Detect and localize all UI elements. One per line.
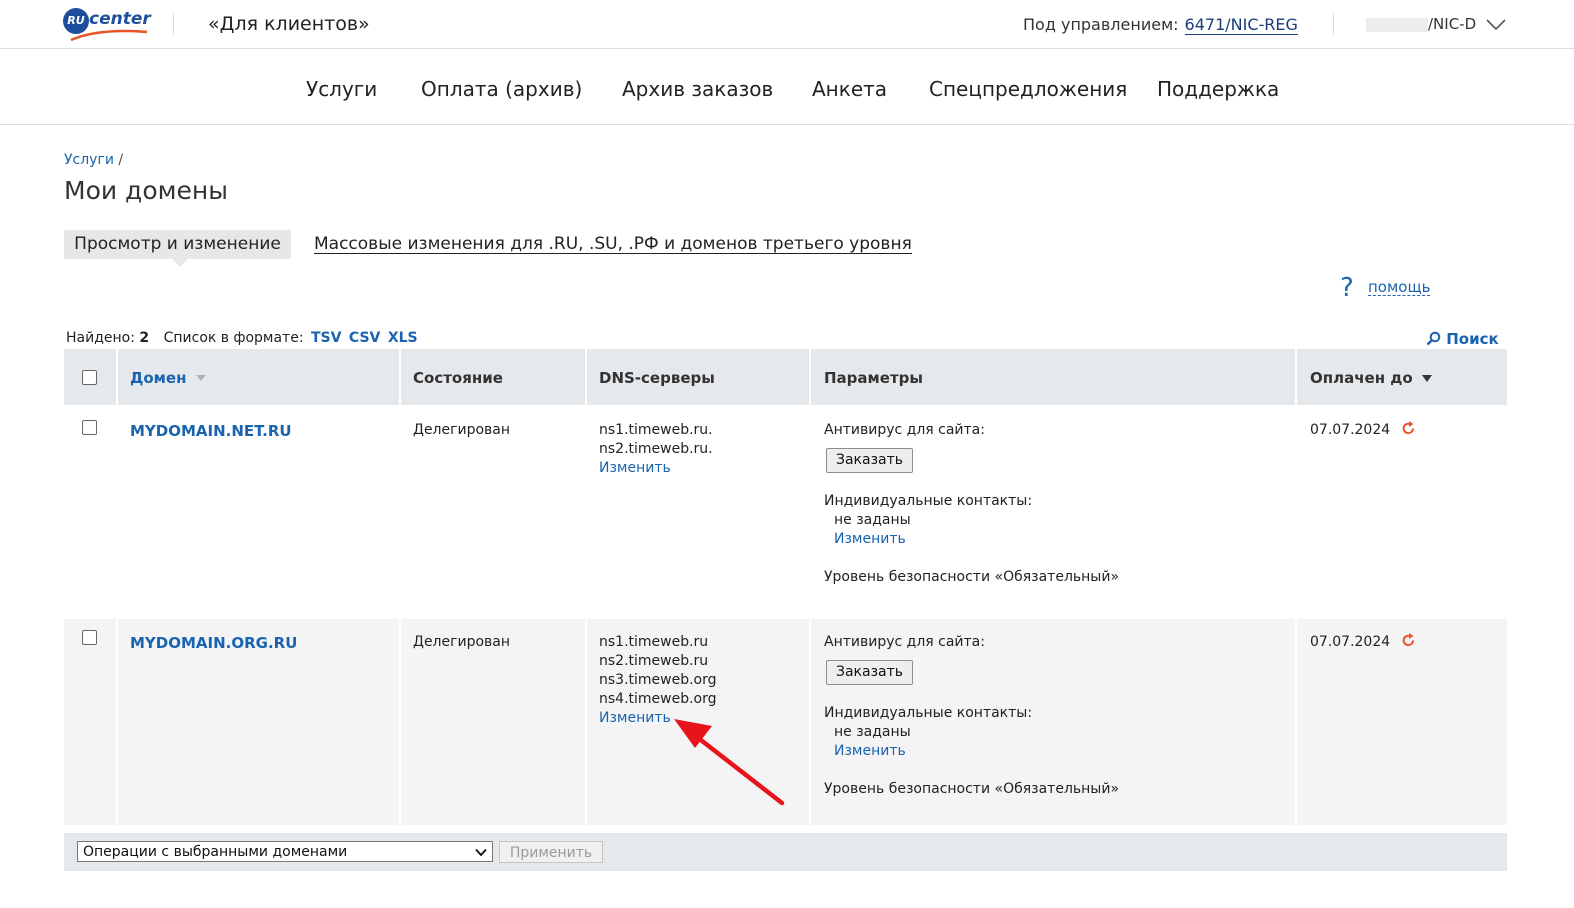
nav-item-special-offers[interactable]: Спецпредложения <box>929 77 1127 101</box>
tab-view-and-edit[interactable]: Просмотр и изменение <box>64 230 291 259</box>
table-row: MYDOMAIN.NET.RU Делегирован ns1.timeweb.… <box>64 407 1507 617</box>
antivirus-label: Антивирус для сайта: <box>824 422 985 438</box>
row-select-cell <box>64 619 116 825</box>
security-level: Уровень безопасности «Обязательный» <box>824 781 1120 797</box>
divider <box>1333 13 1334 35</box>
divider <box>173 13 174 35</box>
tab-mass-changes[interactable]: Массовые изменения для .RU, .SU, .РФ и д… <box>314 235 912 254</box>
breadcrumb-services-link[interactable]: Услуги <box>64 152 114 168</box>
operations-select-value: Операции с выбранными доменами <box>83 844 348 860</box>
export-csv-link[interactable]: CSV <box>349 330 380 346</box>
results-summary: Найдено: 2 Список в формате: TSV CSV XLS <box>66 330 418 346</box>
dns-server: ns1.timeweb.ru <box>599 634 709 650</box>
params-cell: Антивирус для сайта: Заказать Индивидуал… <box>811 407 1295 617</box>
header-dns: DNS-серверы <box>587 349 809 405</box>
header-paid-until[interactable]: Оплачен до <box>1297 349 1507 405</box>
dns-edit-link[interactable]: Изменить <box>599 710 671 726</box>
bulk-actions-bar: Операции с выбранными доменами Применить <box>64 833 1507 871</box>
account-suffix: /NIC-D <box>1428 15 1477 33</box>
header-params: Параметры <box>811 349 1295 405</box>
format-label: Список в формате: <box>163 330 304 346</box>
active-tab-pointer <box>172 259 188 267</box>
main-nav: Услуги Оплата (архив) Архив заказов Анке… <box>0 49 1574 125</box>
chevron-down-icon <box>475 848 487 857</box>
header-select-cell <box>64 349 116 405</box>
found-label: Найдено: <box>66 330 135 346</box>
dns-server: ns1.timeweb.ru. <box>599 422 713 438</box>
top-bar: RU center «Для клиентов» Под управлением… <box>0 0 1574 49</box>
export-xls-link[interactable]: XLS <box>388 330 418 346</box>
renew-icon[interactable] <box>1401 421 1416 436</box>
contacts-edit-link[interactable]: Изменить <box>834 531 906 547</box>
dns-edit-link[interactable]: Изменить <box>599 460 671 476</box>
search-label: Поиск <box>1446 330 1499 348</box>
chevron-down-icon[interactable] <box>1486 16 1506 32</box>
domain-cell: MYDOMAIN.ORG.RU <box>118 619 399 825</box>
order-antivirus-button[interactable]: Заказать <box>826 660 914 685</box>
row-select-cell <box>64 407 116 617</box>
contacts-edit-link[interactable]: Изменить <box>834 743 906 759</box>
account-menu[interactable]: /NIC-D <box>1366 15 1476 33</box>
domain-link[interactable]: MYDOMAIN.NET.RU <box>130 422 292 440</box>
managed-by: Под управлением: 6471/NIC-REG <box>1023 15 1298 35</box>
contacts-label: Индивидуальные контакты: <box>824 493 1033 509</box>
breadcrumb: Услуги / <box>64 152 123 168</box>
table-row: MYDOMAIN.ORG.RU Делегирован ns1.timeweb.… <box>64 619 1507 825</box>
order-antivirus-button[interactable]: Заказать <box>826 448 914 473</box>
search-button[interactable]: Поиск <box>1426 330 1499 348</box>
row-checkbox[interactable] <box>82 630 97 645</box>
header-domain[interactable]: Домен <box>118 349 399 405</box>
antivirus-label: Антивирус для сайта: <box>824 634 985 650</box>
nav-item-payment-archive[interactable]: Оплата (архив) <box>421 77 582 101</box>
state-cell: Делегирован <box>401 619 585 825</box>
client-section-title: «Для клиентов» <box>208 13 370 35</box>
logo-swoosh-icon <box>70 29 148 42</box>
dns-server: ns3.timeweb.org <box>599 672 717 688</box>
managed-account-link[interactable]: 6471/NIC-REG <box>1184 15 1298 35</box>
nav-item-services[interactable]: Услуги <box>306 77 377 101</box>
paid-until-cell: 07.07.2024 <box>1297 619 1507 825</box>
domain-cell: MYDOMAIN.NET.RU <box>118 407 399 617</box>
header-domain-label[interactable]: Домен <box>130 369 186 387</box>
ru-center-logo[interactable]: RU center <box>63 8 153 42</box>
breadcrumb-separator: / <box>118 152 124 168</box>
select-all-checkbox[interactable] <box>82 370 97 385</box>
account-name-redacted <box>1366 17 1428 32</box>
dns-cell: ns1.timeweb.ru ns2.timeweb.ru ns3.timewe… <box>587 619 809 825</box>
help-icon: ? <box>1340 273 1354 303</box>
dns-server: ns2.timeweb.ru. <box>599 441 713 457</box>
header-paid-until-label: Оплачен до <box>1310 369 1413 387</box>
help-link[interactable]: помощь <box>1368 279 1431 296</box>
search-icon <box>1426 331 1441 346</box>
params-cell: Антивирус для сайта: Заказать Индивидуал… <box>811 619 1295 825</box>
nav-item-support[interactable]: Поддержка <box>1157 77 1279 101</box>
operations-select[interactable]: Операции с выбранными доменами <box>77 841 493 862</box>
state-cell: Делегирован <box>401 407 585 617</box>
renew-icon[interactable] <box>1401 633 1416 648</box>
nav-item-order-archive[interactable]: Архив заказов <box>622 77 773 101</box>
paid-until-cell: 07.07.2024 <box>1297 407 1507 617</box>
dns-server: ns4.timeweb.org <box>599 691 717 707</box>
export-tsv-link[interactable]: TSV <box>311 330 341 346</box>
help-block[interactable]: ? помощь <box>1340 273 1431 303</box>
sort-down-icon <box>195 375 206 381</box>
header-state: Состояние <box>401 349 585 405</box>
security-level: Уровень безопасности «Обязательный» <box>824 569 1120 585</box>
contacts-label: Индивидуальные контакты: <box>824 705 1033 721</box>
nav-item-profile[interactable]: Анкета <box>812 77 887 101</box>
table-header-row: Домен Состояние DNS-серверы Параметры Оп… <box>64 349 1507 405</box>
contacts-value: не заданы <box>834 512 911 528</box>
page-title: Мои домены <box>64 176 228 205</box>
managed-label: Под управлением: <box>1023 15 1179 34</box>
paid-until-date: 07.07.2024 <box>1310 422 1391 438</box>
domain-link[interactable]: MYDOMAIN.ORG.RU <box>130 634 297 652</box>
dns-server: ns2.timeweb.ru <box>599 653 709 669</box>
contacts-value: не заданы <box>834 724 911 740</box>
dns-cell: ns1.timeweb.ru. ns2.timeweb.ru. Изменить <box>587 407 809 617</box>
paid-until-date: 07.07.2024 <box>1310 634 1391 650</box>
sort-down-icon <box>1421 375 1432 382</box>
apply-button[interactable]: Применить <box>499 841 603 863</box>
row-checkbox[interactable] <box>82 420 97 435</box>
found-count: 2 <box>139 330 150 346</box>
